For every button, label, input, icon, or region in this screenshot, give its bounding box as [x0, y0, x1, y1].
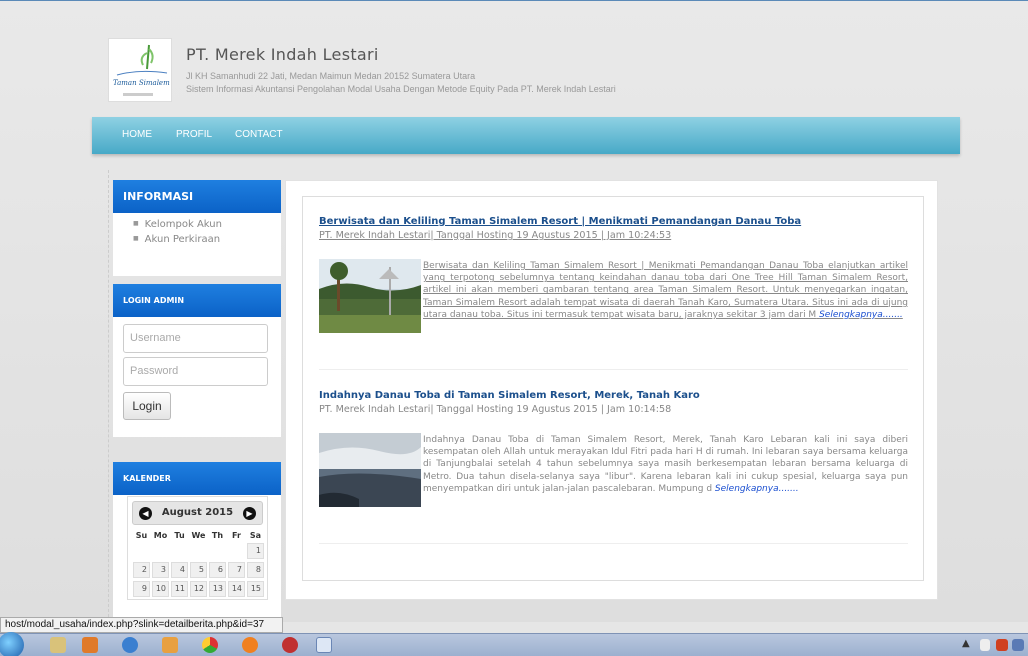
calendar-day[interactable]: 3 [152, 562, 169, 578]
read-more-link[interactable]: Selengkapnya....... [819, 310, 903, 320]
username-input[interactable]: Username [123, 324, 268, 353]
article-title[interactable]: Berwisata dan Keliling Taman Simalem Res… [319, 216, 801, 227]
nav-profil[interactable]: PROFIL [176, 129, 212, 140]
tray-network-icon[interactable] [1012, 639, 1024, 651]
content-inner-panel [302, 196, 924, 581]
article-separator [319, 369, 908, 370]
next-month-icon[interactable]: ▶ [243, 507, 256, 520]
login-button[interactable]: Login [123, 392, 171, 420]
chrome-icon[interactable] [202, 637, 218, 653]
window-app-icon[interactable] [316, 637, 332, 653]
internet-explorer-icon[interactable] [122, 637, 138, 653]
start-button-icon[interactable] [0, 632, 24, 656]
tray-arrow-icon[interactable]: ▲ [962, 638, 970, 649]
weekday-label: Fr [232, 531, 241, 540]
sidebar-item-kelompok-akun[interactable]: Kelompok Akun [133, 219, 281, 230]
read-more-link[interactable]: Selengkapnya....... [715, 484, 799, 494]
calendar-day[interactable]: 7 [228, 562, 245, 578]
calendar-day[interactable]: 12 [190, 581, 207, 597]
calendar-day[interactable]: 4 [171, 562, 188, 578]
article-body: Indahnya Danau Toba di Taman Simalem Res… [423, 435, 908, 494]
weekday-label: We [191, 531, 206, 540]
password-input[interactable]: Password [123, 357, 268, 386]
sidebar-item-akun-perkiraan[interactable]: Akun Perkiraan [133, 234, 281, 245]
main-navbar: HOME PROFIL CONTACT [92, 117, 960, 154]
sidebar-kalender: KALENDER ◀ August 2015 ▶ Su Mo Tu We Th … [113, 462, 281, 622]
tray-app-icon[interactable] [996, 639, 1008, 651]
article-meta: PT. Merek Indah Lestari| Tanggal Hosting… [319, 404, 672, 415]
calendar-day[interactable]: 9 [133, 581, 150, 597]
weekday-label: Sa [249, 531, 262, 540]
calendar-day[interactable]: 8 [247, 562, 264, 578]
app-red-icon[interactable] [282, 637, 298, 653]
weekday-label: Mo [153, 531, 168, 540]
sidebar-informasi: INFORMASI Kelompok Akun Akun Perkiraan [113, 180, 281, 276]
site-address: Jl KH Samanhudi 22 Jati, Medan Maimun Me… [186, 71, 476, 81]
calendar-day[interactable]: 6 [209, 562, 226, 578]
java-icon[interactable] [82, 637, 98, 653]
nav-home[interactable]: HOME [122, 129, 152, 140]
windows-taskbar: ▲ [0, 632, 1028, 656]
article-meta: PT. Merek Indah Lestari| Tanggal Hosting… [319, 230, 672, 241]
login-header: LOGIN ADMIN [113, 284, 281, 317]
weekday-label: Su [135, 531, 148, 540]
firefox-icon[interactable] [242, 637, 258, 653]
calendar-day[interactable]: 2 [133, 562, 150, 578]
calendar-day[interactable]: 14 [228, 581, 245, 597]
calendar-day[interactable]: 13 [209, 581, 226, 597]
tray-flag-icon[interactable] [980, 639, 990, 651]
calendar-day[interactable]: 11 [171, 581, 188, 597]
site-title: PT. Merek Indah Lestari [186, 45, 379, 64]
weekday-label: Tu [174, 531, 185, 540]
kalender-header: KALENDER [113, 462, 281, 495]
app-icon[interactable] [162, 637, 178, 653]
file-explorer-icon[interactable] [50, 637, 66, 653]
calendar-day[interactable]: 15 [247, 581, 264, 597]
calendar-header: ◀ August 2015 ▶ [132, 501, 263, 525]
weekday-label: Th [211, 531, 224, 540]
article-separator [319, 543, 908, 544]
sidebar-login: LOGIN ADMIN Username Password Login [113, 284, 281, 437]
calendar-day[interactable]: 1 [247, 543, 264, 559]
company-logo[interactable]: Taman Simalem Resort [108, 38, 172, 102]
site-description: Sistem Informasi Akuntansi Pengolahan Mo… [186, 84, 616, 94]
nav-contact[interactable]: CONTACT [235, 129, 283, 140]
browser-status-bar: host/modal_usaha/index.php?slink=detailb… [0, 617, 283, 633]
calendar-widget: ◀ August 2015 ▶ Su Mo Tu We Th Fr Sa 1 2… [127, 496, 268, 600]
article-title[interactable]: Indahnya Danau Toba di Taman Simalem Res… [319, 390, 700, 401]
calendar-day[interactable]: 10 [152, 581, 169, 597]
article-body: Berwisata dan Keliling Taman Simalem Res… [423, 261, 908, 320]
informasi-header: INFORMASI [113, 180, 281, 213]
logo-lettering: Taman Simalem Resort [113, 79, 172, 87]
calendar-grid: Su Mo Tu We Th Fr Sa 1 2 3 4 5 6 7 8 9 1… [128, 529, 267, 599]
calendar-day[interactable]: 5 [190, 562, 207, 578]
